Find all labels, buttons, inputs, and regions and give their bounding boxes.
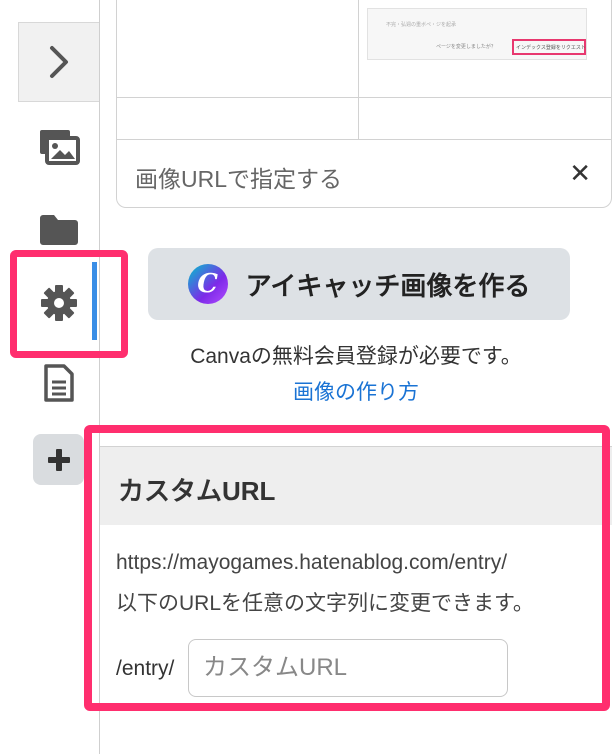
close-icon[interactable]: ✕ (569, 160, 591, 186)
chevron-right-icon (50, 46, 68, 78)
image-howto-link[interactable]: 画像の作り方 (100, 376, 612, 406)
document-icon (44, 364, 74, 402)
custom-url-highlight-box (84, 425, 610, 711)
thumbnail-text: 不完・弘週の重ボペ・ジを起承 (386, 22, 457, 28)
canva-button-label: アイキャッチ画像を作る (245, 270, 531, 301)
folder-icon (40, 215, 78, 245)
canva-signup-note: Canvaの無料会員登録が必要です。 (190, 345, 522, 368)
thumbnail-text: ページを変更しましたが？ (436, 44, 496, 50)
sidebar-expand-button[interactable] (18, 22, 99, 102)
image-url-row[interactable]: 画像URLで指定する ✕ (117, 140, 611, 208)
thumbnail-cell[interactable] (359, 98, 611, 140)
thumbnail-grid: 不完・弘週の重ボペ・ジを起承 ページを変更しましたが？ インデックス登録をリクエ… (117, 0, 611, 140)
sidebar-item-folder[interactable] (38, 208, 80, 250)
images-icon (40, 130, 80, 165)
thumbnail-image[interactable]: 不完・弘週の重ボペ・ジを起承 ページを変更しましたが？ インデックス登録をリクエ… (367, 8, 587, 60)
canva-eyecatch-button[interactable]: C アイキャッチ画像を作る (148, 248, 570, 320)
thumbnail-cell[interactable] (117, 0, 359, 98)
thumbnail-cell[interactable] (117, 98, 359, 140)
sidebar-item-images[interactable] (38, 126, 80, 168)
plus-icon (47, 448, 70, 471)
sidebar-item-document[interactable] (38, 362, 80, 404)
canva-logo-icon: C (187, 264, 228, 304)
thumbnail-highlighted-text: インデックス登録をリクエスト (512, 39, 586, 55)
add-button[interactable] (33, 434, 84, 485)
image-url-label: 画像URLで指定する (135, 166, 343, 192)
image-select-panel: 不完・弘週の重ボペ・ジを起承 ページを変更しましたが？ インデックス登録をリクエ… (116, 0, 612, 208)
